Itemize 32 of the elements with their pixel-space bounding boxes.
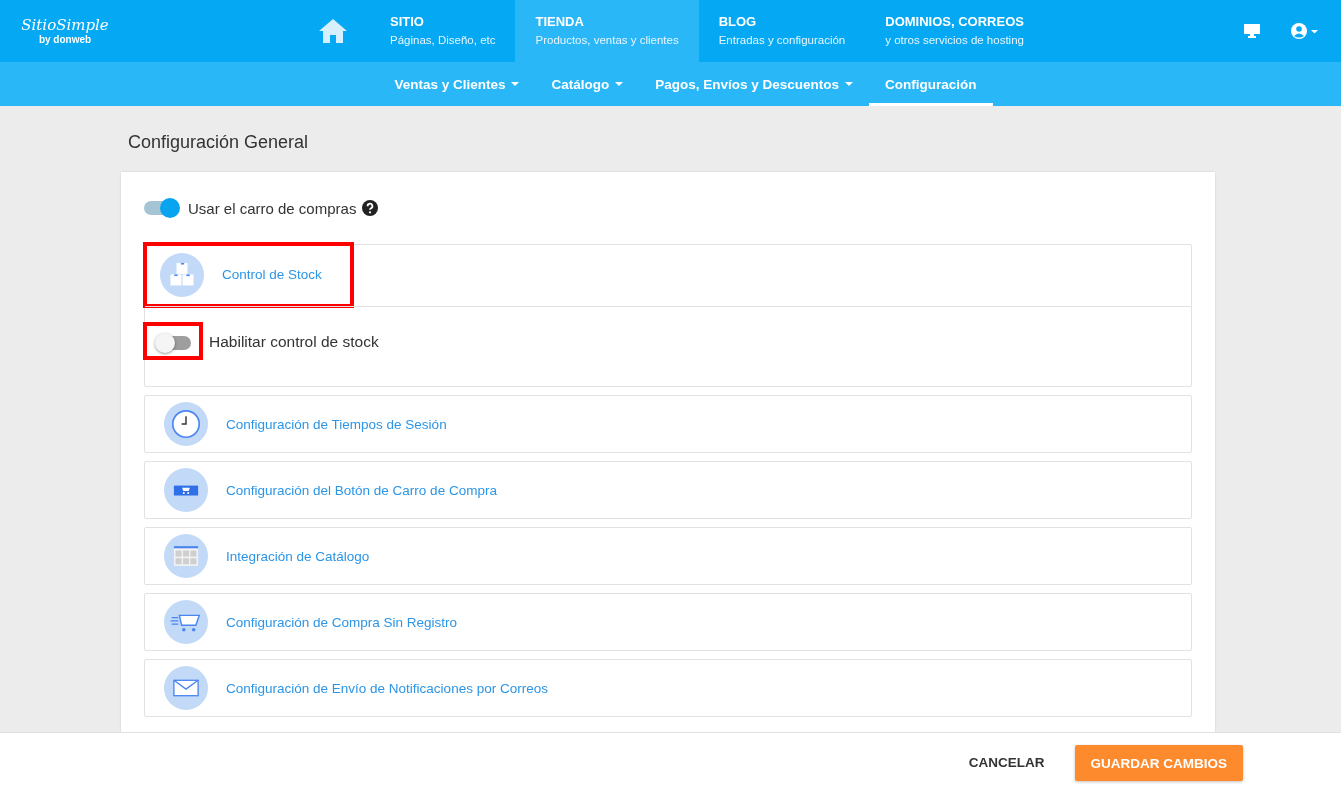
cart-button-icon	[164, 468, 208, 512]
calendar-grid-icon	[164, 534, 208, 578]
page-title: Configuración General	[127, 131, 310, 154]
subnav-tab[interactable]: Ventas y Clientes	[378, 62, 536, 106]
boxes-icon	[160, 252, 204, 297]
monitor-icon[interactable]	[1243, 23, 1261, 39]
nav-tab[interactable]: DOMINIOS, CORREOS y otros servicios de hosting	[865, 0, 1044, 62]
nav-tab[interactable]: TIENDA Productos, ventas y clientes	[515, 0, 699, 62]
section-title-link[interactable]: Configuración de Tiempos de Sesión	[226, 416, 447, 432]
section-title-link[interactable]: Integración de Catálogo	[226, 548, 370, 564]
clock-icon	[164, 402, 208, 446]
section-title-link[interactable]: Configuración de Compra Sin Registro	[226, 614, 458, 630]
toggle-label: Usar el carro de compras	[188, 199, 357, 217]
save-button[interactable]: GUARDAR CAMBIOS	[1074, 744, 1243, 781]
toggle-label: Habilitar control de stock	[209, 333, 379, 351]
envelope-icon	[164, 666, 208, 710]
home-icon[interactable]	[318, 18, 348, 44]
subnav-tab[interactable]: Configuración	[869, 62, 993, 106]
nav-tab[interactable]: SITIO Páginas, Diseño, etc	[370, 0, 516, 62]
shopping-cart-icon	[164, 600, 208, 644]
logo[interactable]: SitioSimple by donweb	[20, 0, 110, 62]
subnav-tab[interactable]: Pagos, Envíos y Descuentos	[639, 62, 870, 106]
section-title-link[interactable]: Configuración del Botón de Carro de Compra	[226, 482, 497, 498]
section-title-link[interactable]: Control de Stock	[222, 267, 322, 282]
toggle-switch[interactable]	[157, 336, 191, 350]
subnav-tab[interactable]: Catálogo	[535, 62, 640, 106]
help-icon[interactable]	[362, 200, 379, 216]
user-menu-icon[interactable]	[1291, 23, 1319, 39]
cancel-button[interactable]: CANCELAR	[964, 745, 1049, 780]
toggle-switch[interactable]	[144, 201, 178, 215]
nav-tab[interactable]: BLOG Entradas y configuración	[698, 0, 866, 62]
section-title-link[interactable]: Configuración de Envío de Notificaciones por Correos	[226, 680, 548, 696]
